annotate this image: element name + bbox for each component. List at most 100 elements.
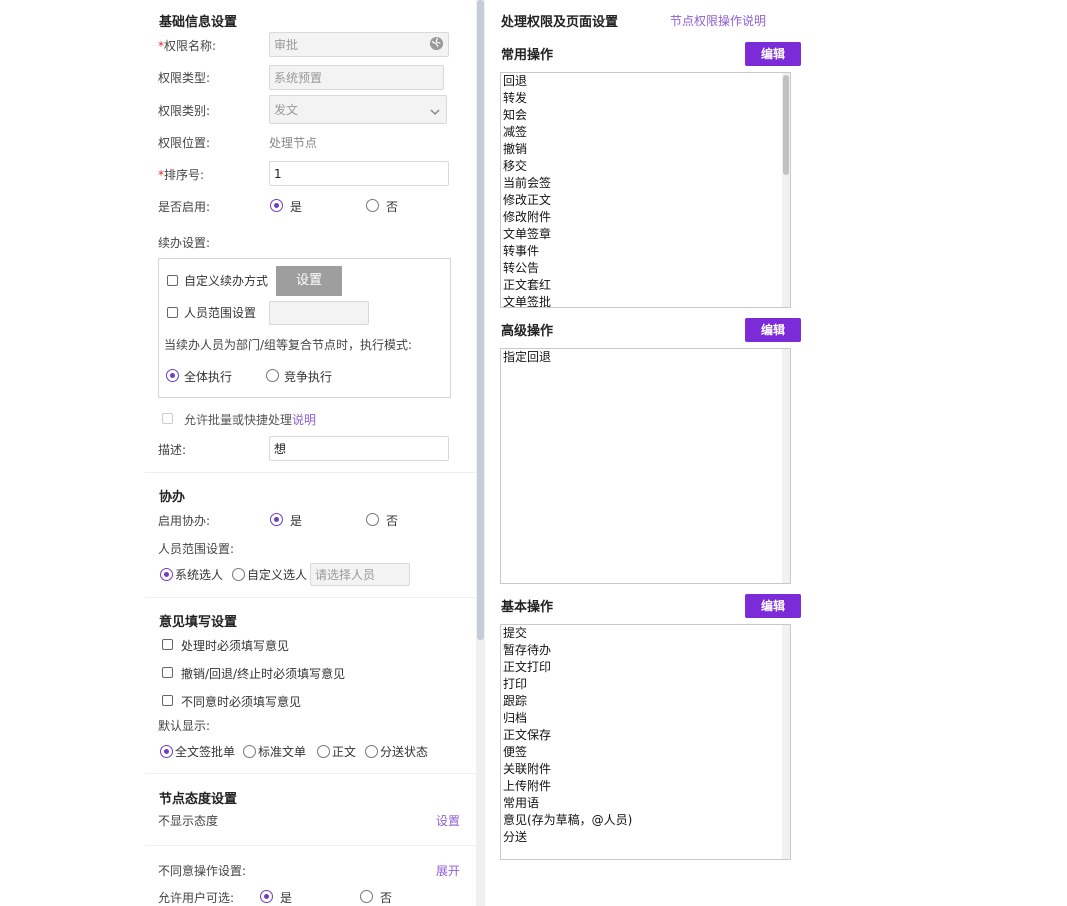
select-person-input[interactable]: 请选择人员 <box>310 563 410 586</box>
common-edit-button[interactable]: 编辑 <box>745 42 801 66</box>
exec-compete-radio[interactable] <box>266 369 279 382</box>
scope-setting-input[interactable] <box>269 301 369 325</box>
list-item[interactable]: 文单签批 <box>501 294 790 307</box>
opt-dispatch-label: 分送状态 <box>380 745 429 759</box>
basic-ops-list[interactable]: 提交 暂存待办 正文打印 打印 跟踪 归档 正文保存 便签 关联附件 上传附件 常用语 意见(存为草稿… <box>500 624 791 860</box>
user-choose-no-radio[interactable] <box>360 890 373 903</box>
attitude-set-link[interactable]: 设置 <box>436 812 460 829</box>
list-item[interactable]: 修改正文 <box>501 192 790 209</box>
list-item[interactable]: 正文套红 <box>501 277 790 294</box>
list-item[interactable]: 常用语 <box>501 795 790 812</box>
enabled-label: 是否启用: <box>158 200 211 214</box>
list-item[interactable]: 跟踪 <box>501 693 790 710</box>
common-ops-list[interactable]: 回退 转发 知会 减签 撤销 移交 当前会签 修改正文 修改附件 文单签章 转事件 转公告 正文套红 文单… <box>500 72 791 308</box>
permission-type-input[interactable]: 系统预置 <box>269 65 444 90</box>
basic-edit-button[interactable]: 编辑 <box>745 594 801 618</box>
help-link[interactable]: 节点权限操作说明 <box>670 12 766 29</box>
common-ops-title: 常用操作 <box>501 48 554 63</box>
list-item[interactable]: 打印 <box>501 676 790 693</box>
exec-compete-label: 竞争执行 <box>284 370 333 384</box>
list-item[interactable]: 提交 <box>501 625 790 642</box>
assist-no-label: 否 <box>386 514 399 528</box>
scope-setting-label: 人员范围设置 <box>184 306 257 320</box>
list-item[interactable]: 文单签章 <box>501 226 790 243</box>
opt-standard-radio[interactable] <box>243 745 256 758</box>
list-item[interactable]: 分送 <box>501 829 790 846</box>
list-item[interactable]: 当前会签 <box>501 175 790 192</box>
custom-select-label: 自定义选人 <box>247 568 308 582</box>
opt-full-radio[interactable] <box>160 745 173 758</box>
order-input[interactable]: 1 <box>269 161 449 186</box>
category-label: 权限类别: <box>158 104 211 118</box>
basic-settings-title: 基础信息设置 <box>159 15 238 30</box>
list-item[interactable]: 撤销 <box>501 141 790 158</box>
enabled-no-radio[interactable] <box>366 199 379 212</box>
scope-setting-checkbox[interactable] <box>167 307 178 318</box>
custom-continue-checkbox[interactable] <box>167 275 178 286</box>
batch-checkbox[interactable] <box>162 413 173 424</box>
must-on-disagree-label: 不同意时必须填写意见 <box>181 695 302 709</box>
must-on-process-checkbox[interactable] <box>162 639 173 650</box>
list-item[interactable]: 指定回退 <box>501 349 790 366</box>
must-on-cancel-label: 撤销/回退/终止时必须填写意见 <box>181 667 346 681</box>
custom-select-radio[interactable] <box>232 568 245 581</box>
opt-full-label: 全文签批单 <box>175 745 236 759</box>
list-item[interactable]: 知会 <box>501 107 790 124</box>
order-label: *排序号: <box>158 168 205 182</box>
list-item[interactable]: 关联附件 <box>501 761 790 778</box>
assist-title: 协办 <box>159 490 186 505</box>
list-item[interactable]: 移交 <box>501 158 790 175</box>
exec-all-radio[interactable] <box>166 369 179 382</box>
assist-yes-radio[interactable] <box>270 513 283 526</box>
desc-label: 描述: <box>158 443 187 457</box>
enabled-yes-label: 是 <box>290 200 303 214</box>
system-select-radio[interactable] <box>160 568 173 581</box>
list-item[interactable]: 回退 <box>501 73 790 90</box>
type-label: 权限类型: <box>158 71 211 85</box>
opt-text-label: 正文 <box>332 745 357 759</box>
must-on-disagree-checkbox[interactable] <box>162 695 173 706</box>
expand-link[interactable]: 展开 <box>436 862 460 879</box>
list-item[interactable]: 意见(存为草稿，@人员) <box>501 812 790 829</box>
divider <box>145 472 476 473</box>
user-choose-no-label: 否 <box>380 891 393 905</box>
advanced-edit-button[interactable]: 编辑 <box>745 318 801 342</box>
right-title: 处理权限及页面设置 <box>501 15 619 30</box>
basic-ops-title: 基本操作 <box>501 600 554 615</box>
desc-input[interactable]: 想 <box>269 436 449 461</box>
advanced-ops-list[interactable]: 指定回退 <box>500 348 791 584</box>
opt-dispatch-radio[interactable] <box>365 745 378 758</box>
panel-scrollbar[interactable] <box>476 0 485 906</box>
user-choose-yes-label: 是 <box>280 891 293 905</box>
compound-note: 当续办人员为部门/组等复合节点时，执行模式: <box>164 338 413 352</box>
batch-help-link[interactable]: 说明 <box>292 413 316 427</box>
globe-icon[interactable] <box>429 36 444 51</box>
permission-name-input[interactable]: 审批 <box>269 32 449 57</box>
assist-yes-label: 是 <box>290 514 303 528</box>
list-item[interactable]: 正文保存 <box>501 727 790 744</box>
panel-scrollbar-thumb[interactable] <box>477 0 484 640</box>
list-item[interactable]: 转事件 <box>501 243 790 260</box>
user-choose-yes-radio[interactable] <box>260 890 273 903</box>
common-list-scrollbar[interactable] <box>782 73 790 307</box>
enabled-yes-radio[interactable] <box>270 199 283 212</box>
assist-enable-label: 启用协办: <box>158 514 211 528</box>
list-item[interactable]: 转公告 <box>501 260 790 277</box>
list-item[interactable]: 暂存待办 <box>501 642 790 659</box>
list-item[interactable]: 修改附件 <box>501 209 790 226</box>
divider <box>145 597 476 598</box>
assist-no-radio[interactable] <box>366 513 379 526</box>
list-item[interactable]: 转发 <box>501 90 790 107</box>
enabled-no-label: 否 <box>386 200 399 214</box>
list-item[interactable]: 便签 <box>501 744 790 761</box>
opinion-title: 意见填写设置 <box>159 615 238 630</box>
list-item[interactable]: 归档 <box>501 710 790 727</box>
list-item[interactable]: 减签 <box>501 124 790 141</box>
common-list-scroll-thumb[interactable] <box>783 75 789 175</box>
continue-set-button[interactable]: 设置 <box>276 266 342 296</box>
opt-text-radio[interactable] <box>317 745 330 758</box>
list-item[interactable]: 正文打印 <box>501 659 790 676</box>
must-on-cancel-checkbox[interactable] <box>162 667 173 678</box>
list-item[interactable]: 上传附件 <box>501 778 790 795</box>
permission-category-select[interactable]: 发文 <box>269 95 447 124</box>
